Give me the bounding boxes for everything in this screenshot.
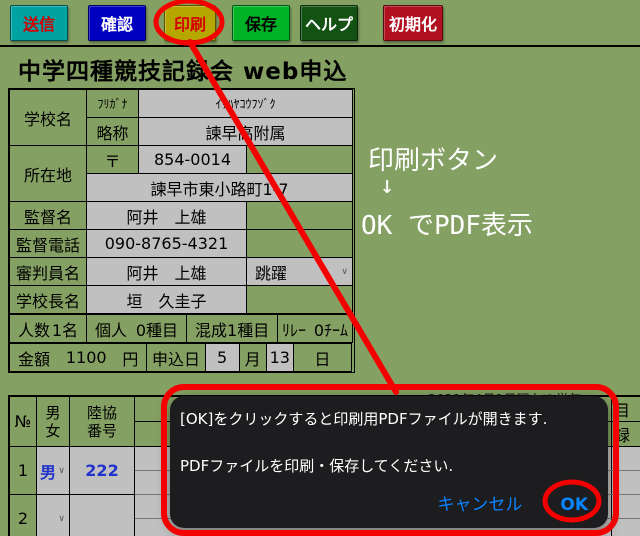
coach-phone-input[interactable]: 090-8765-4321 bbox=[87, 230, 247, 258]
page: 送信 確認 印刷 保存 ヘルプ 初期化 中学四種競技記録会 web申込 学校名 … bbox=[0, 0, 640, 536]
dialog-message-2: PDFファイルを印刷・保存してください. bbox=[180, 455, 453, 476]
count-individual-cell: 個人 0種目 bbox=[87, 315, 187, 343]
postal-spacer-cell bbox=[247, 146, 353, 174]
apply-day-input[interactable]: 13 bbox=[266, 344, 293, 372]
assoc-header-top: 陸協 bbox=[72, 404, 132, 422]
down-arrow-icon: ↓ bbox=[380, 171, 394, 199]
roster-event-header: 目 bbox=[612, 397, 640, 422]
fee-cell: 金額 1100 円 bbox=[10, 344, 147, 372]
roster-record-header: 録 bbox=[612, 422, 640, 447]
abbr-label: 略称 bbox=[87, 118, 139, 146]
roster-row2-event-select[interactable]: ∨ bbox=[612, 495, 640, 519]
entry-form: 学校名 ﾌﾘｶﾞﾅ ｲｻﾊﾔｺｳﾌｿﾞｸ 略称 諫早高附属 所在地 〒 854-… bbox=[8, 88, 355, 373]
roster-row1-no: 1 bbox=[10, 447, 37, 495]
school-name-label: 学校名 bbox=[10, 90, 87, 146]
count-individual-value: 0種目 bbox=[136, 317, 178, 341]
coach-name-label: 監督名 bbox=[10, 202, 87, 230]
roster-row1-gender-value: 男 bbox=[40, 463, 56, 482]
roster-row1-gender-select[interactable]: 男 ∨ bbox=[37, 447, 70, 495]
abbr-input[interactable]: 諫早高附属 bbox=[139, 118, 353, 146]
judge-event-value: 跳躍 bbox=[255, 264, 287, 283]
roster-assoc-header: 陸協番号 bbox=[70, 397, 135, 447]
roster-row2-no: 2 bbox=[10, 495, 37, 536]
fee-label: 金額 bbox=[18, 346, 50, 370]
dialog-message-1: [OK]をクリックすると印刷用PDFファイルが開きます. bbox=[180, 408, 547, 429]
gender-header-top: 男 bbox=[39, 404, 67, 422]
confirm-button[interactable]: 確認 bbox=[88, 5, 146, 41]
roster-row1-event-select[interactable]: ∨ bbox=[612, 447, 640, 471]
roster-row2-gender-select[interactable]: ∨ bbox=[37, 495, 70, 536]
count-relay-label: ﾘﾚｰ bbox=[282, 317, 306, 341]
address-label: 所在地 bbox=[10, 146, 87, 202]
count-combined-label: 混成 bbox=[195, 317, 227, 341]
count-relay-cell: ﾘﾚｰ 0ﾁｰﾑ bbox=[278, 315, 353, 343]
postal-mark-icon: 〒 bbox=[87, 146, 139, 174]
count-total-label: 人数 bbox=[18, 317, 50, 341]
count-total-value: 1名 bbox=[52, 317, 78, 341]
chevron-down-icon: ∨ bbox=[58, 514, 65, 524]
month-unit-label: 月 bbox=[239, 344, 266, 372]
count-individual-label: 個人 bbox=[95, 317, 127, 341]
roster-no-header: № bbox=[10, 397, 37, 447]
gender-header-bottom: 女 bbox=[39, 422, 67, 440]
print-button[interactable]: 印刷 bbox=[164, 5, 216, 41]
principal-spacer-cell bbox=[247, 286, 353, 314]
separator-line bbox=[0, 45, 640, 47]
send-button[interactable]: 送信 bbox=[10, 5, 68, 41]
postal-code-input[interactable]: 854-0014 bbox=[139, 146, 247, 174]
roster-row2-record-input[interactable] bbox=[612, 519, 640, 536]
cancel-button[interactable]: キャンセル bbox=[437, 490, 522, 515]
roster-gender-header: 男女 bbox=[37, 397, 70, 447]
count-combined-value: 1種目 bbox=[227, 317, 269, 341]
page-title: 中学四種競技記録会 web申込 bbox=[18, 52, 347, 86]
apply-month-input[interactable]: 5 bbox=[205, 344, 239, 372]
principal-name-label: 学校長名 bbox=[10, 286, 87, 314]
roster-row1-number-input[interactable]: 222 bbox=[70, 447, 135, 495]
roster-row1-record-input[interactable] bbox=[612, 471, 640, 495]
print-confirm-dialog: [OK]をクリックすると印刷用PDFファイルが開きます. PDFファイルを印刷・… bbox=[170, 396, 608, 528]
ok-button[interactable]: OK bbox=[560, 495, 588, 515]
judge-event-select[interactable]: 跳躍 ∨ bbox=[247, 258, 353, 286]
fee-amount: 1100 bbox=[66, 348, 107, 367]
coach-spacer-cell bbox=[247, 202, 353, 230]
judge-name-input[interactable]: 阿井 上雄 bbox=[87, 258, 247, 286]
assoc-header-bottom: 番号 bbox=[72, 422, 132, 440]
furigana-label: ﾌﾘｶﾞﾅ bbox=[87, 90, 139, 118]
roster-row2-number-input[interactable] bbox=[70, 495, 135, 536]
street-input[interactable]: 諫早市東小路町1-7 bbox=[87, 174, 353, 202]
phone-spacer-cell bbox=[247, 230, 353, 258]
count-total-cell: 人数1名 bbox=[10, 315, 87, 343]
chevron-down-icon: ∨ bbox=[341, 267, 348, 277]
save-button[interactable]: 保存 bbox=[232, 5, 290, 41]
count-relay-value: 0ﾁｰﾑ bbox=[314, 317, 348, 341]
judge-name-label: 審判員名 bbox=[10, 258, 87, 286]
chevron-down-icon: ∨ bbox=[58, 466, 65, 476]
count-combined-cell: 混成1種目 bbox=[187, 315, 278, 343]
fee-unit: 円 bbox=[122, 346, 138, 370]
reset-button[interactable]: 初期化 bbox=[383, 5, 443, 41]
help-button[interactable]: ヘルプ bbox=[300, 5, 358, 41]
furigana-input[interactable]: ｲｻﾊﾔｺｳﾌｿﾞｸ bbox=[139, 90, 353, 118]
day-unit-label: 日 bbox=[293, 344, 351, 372]
coach-phone-label: 監督電話 bbox=[10, 230, 87, 258]
principal-name-input[interactable]: 垣 久圭子 bbox=[87, 286, 247, 314]
apply-date-label: 申込日 bbox=[147, 344, 205, 372]
annotation-ok-pdf-text: OK でPDF表示 bbox=[361, 205, 533, 242]
coach-name-input[interactable]: 阿井 上雄 bbox=[87, 202, 247, 230]
